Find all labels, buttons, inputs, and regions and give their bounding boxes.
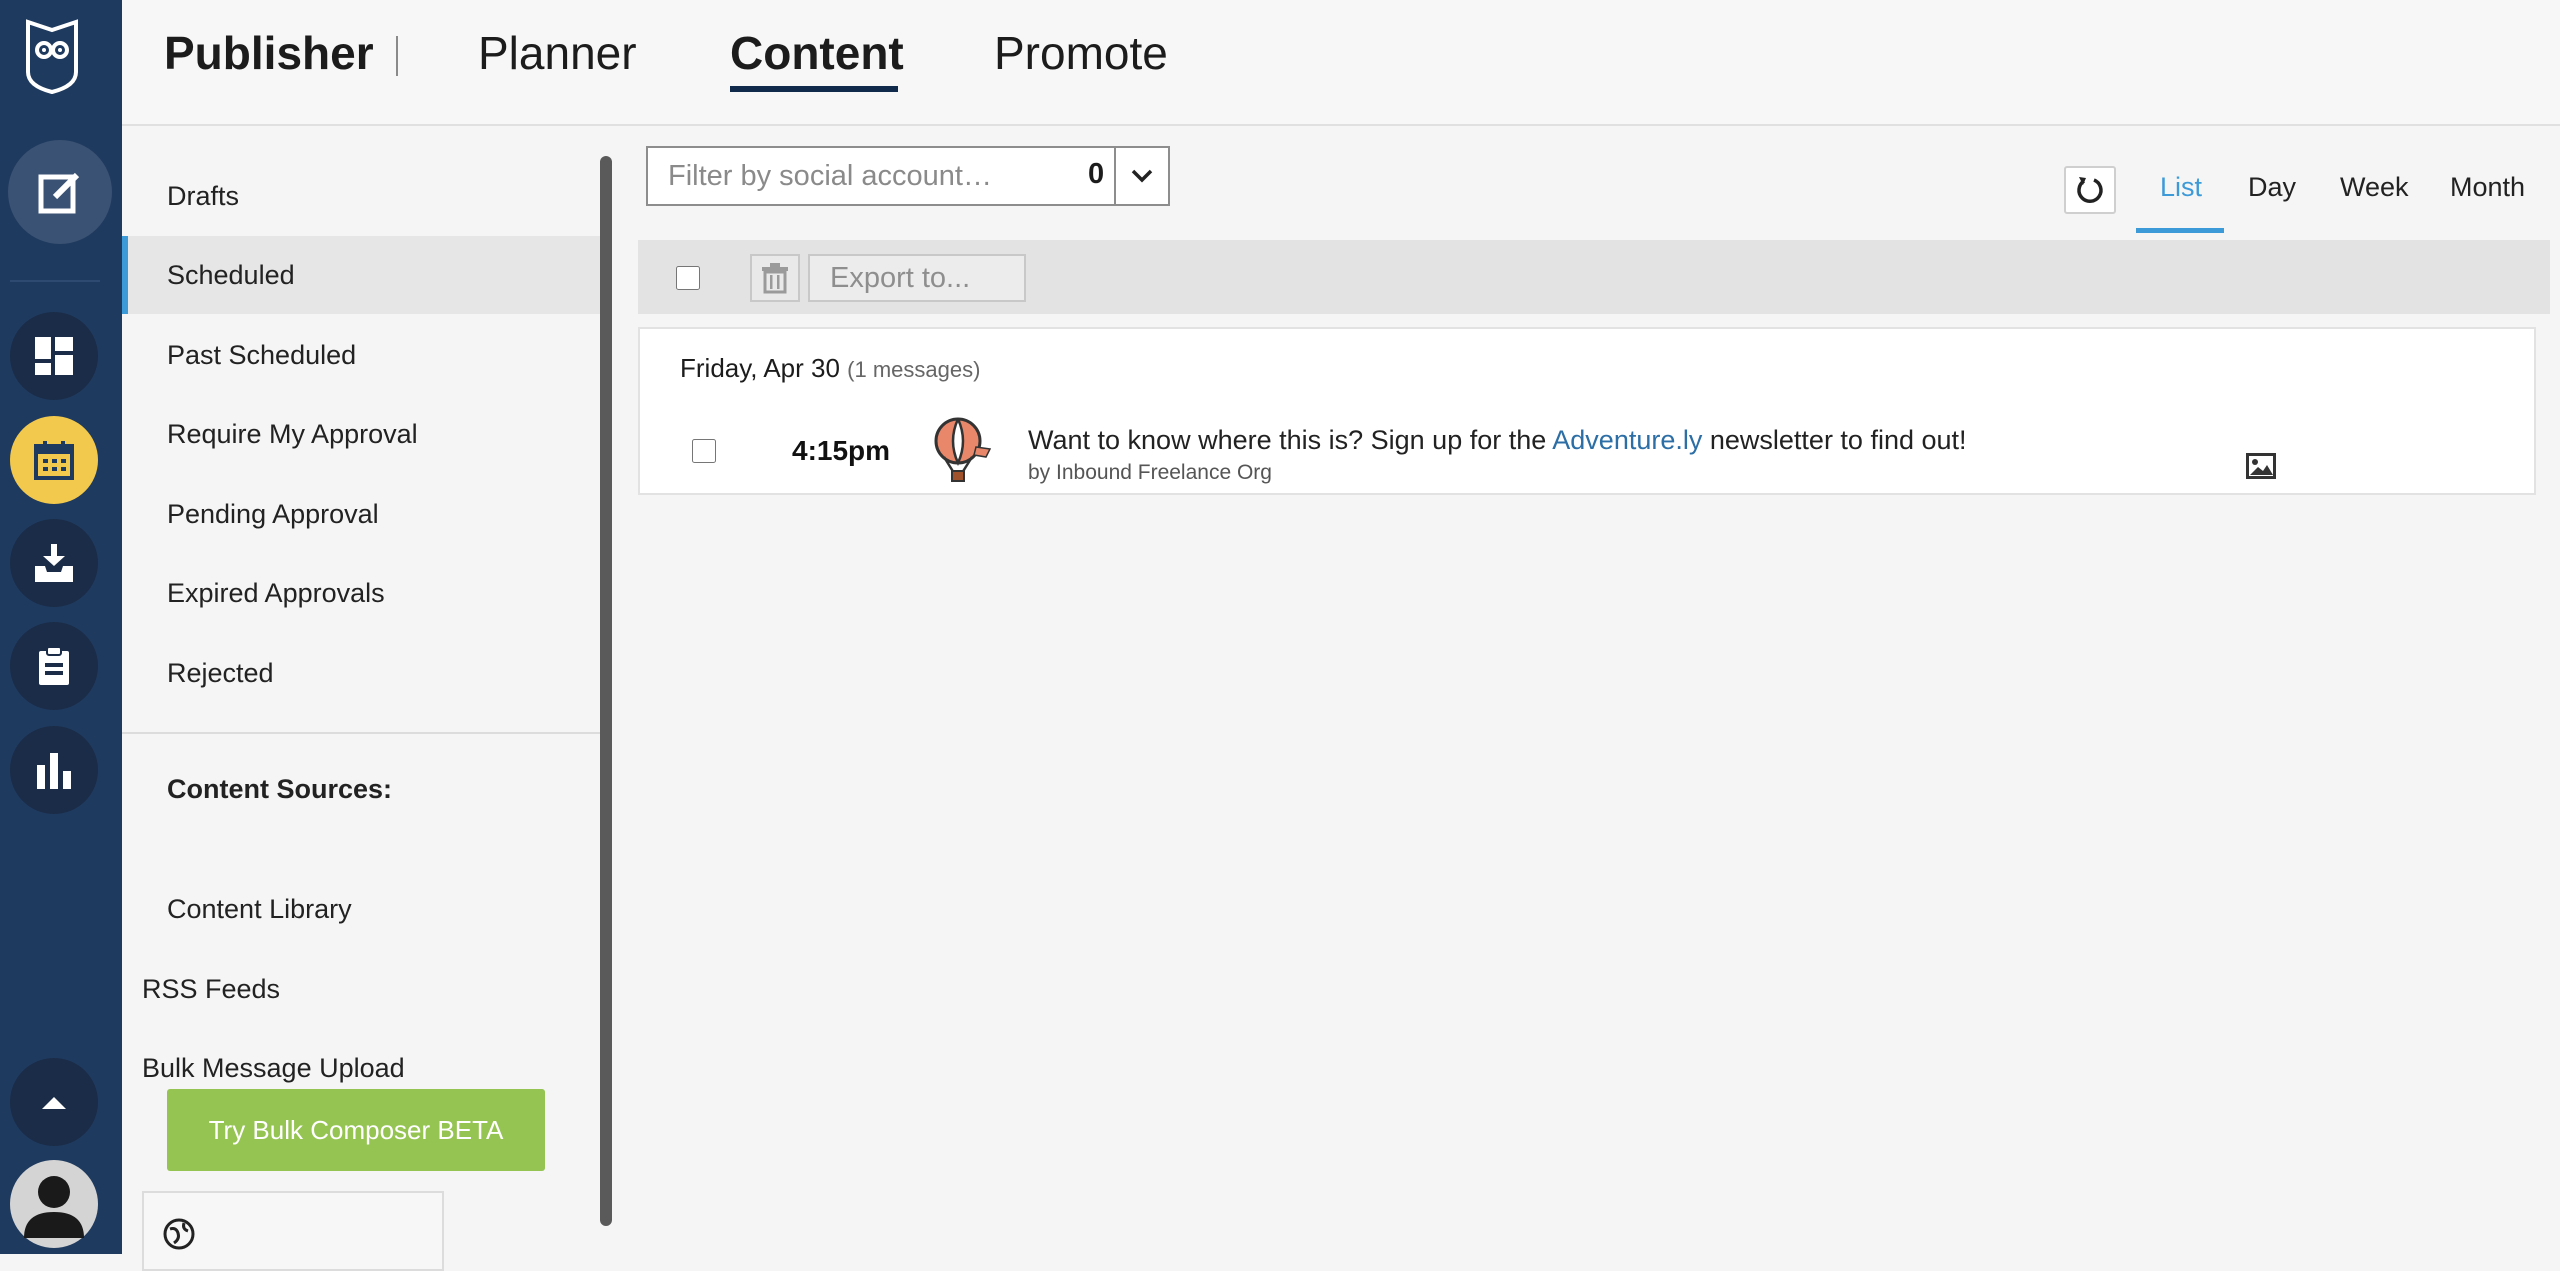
tab-promote[interactable]: Promote <box>994 26 1168 80</box>
collapse-rail-button[interactable] <box>10 1058 98 1146</box>
publisher-title: Publisher <box>164 27 374 79</box>
bar-chart-icon <box>37 753 71 789</box>
bulk-actions-toolbar: Export to... <box>638 240 2550 314</box>
sidebar-divider <box>122 732 600 734</box>
analytics-button[interactable] <box>10 726 98 814</box>
content-sidebar: Drafts Scheduled Past Scheduled Require … <box>122 126 600 1271</box>
sidebar-item-content-library[interactable]: Content Library <box>122 870 600 948</box>
sidebar-item-pending-approval[interactable]: Pending Approval <box>122 475 600 553</box>
filter-dropdown-button[interactable] <box>1114 148 1168 204</box>
refresh-icon <box>2077 177 2103 203</box>
image-attachment-icon <box>2246 453 2276 479</box>
view-tab-day[interactable]: Day <box>2248 172 2296 203</box>
message-text[interactable]: Want to know where this is? Sign up for … <box>1028 425 1967 456</box>
globe-icon <box>163 1218 195 1250</box>
inbox-download-icon <box>35 544 73 582</box>
social-account-filter: 0 <box>646 146 1170 206</box>
rail-divider <box>10 280 100 282</box>
sidebar-card <box>142 1191 444 1271</box>
sidebar-item-rss-feeds[interactable]: RSS Feeds <box>122 950 600 1028</box>
active-tab-indicator <box>730 86 898 92</box>
date-label: Friday, Apr 30 <box>680 353 840 383</box>
export-dropdown[interactable]: Export to... <box>808 254 1026 302</box>
sidebar-item-past-scheduled[interactable]: Past Scheduled <box>122 316 600 394</box>
filter-input[interactable] <box>648 149 1048 203</box>
sidebar-scrollbar[interactable] <box>600 156 612 1226</box>
message-row[interactable]: 4:15pm Want to know where this is? Sign … <box>640 417 2534 495</box>
message-checkbox[interactable] <box>692 439 716 463</box>
compose-button[interactable] <box>8 140 112 244</box>
top-header: Publisher Planner Content Promote <box>122 0 2560 126</box>
message-time: 4:15pm <box>792 435 891 466</box>
active-view-indicator <box>2136 228 2224 233</box>
chevron-up-icon <box>42 1097 66 1109</box>
try-bulk-composer-button[interactable]: Try Bulk Composer BETA <box>167 1089 545 1171</box>
tab-content[interactable]: Content <box>730 26 904 80</box>
sidebar-item-expired-approvals[interactable]: Expired Approvals <box>122 554 600 632</box>
content-sources-heading: Content Sources: <box>167 774 393 804</box>
message-author: by Inbound Freelance Org <box>1028 461 1272 484</box>
view-tab-list[interactable]: List <box>2160 172 2202 203</box>
sidebar-item-drafts[interactable]: Drafts <box>122 157 600 235</box>
message-text-before: Want to know where this is? Sign up for … <box>1028 425 1553 455</box>
owl-logo-icon[interactable] <box>24 16 80 96</box>
hot-air-balloon-icon <box>934 417 992 482</box>
delete-button[interactable] <box>750 254 800 302</box>
publisher-button[interactable] <box>10 416 98 504</box>
filter-count: 0 <box>1088 158 1105 190</box>
inbox-button[interactable] <box>10 519 98 607</box>
message-text-after: newsletter to find out! <box>1702 425 1967 455</box>
message-link[interactable]: Adventure.ly <box>1552 425 1702 455</box>
message-count: (1 messages) <box>847 357 981 382</box>
sidebar-item-scheduled[interactable]: Scheduled <box>122 236 600 314</box>
trash-icon <box>762 263 788 294</box>
sidebar-item-require-my-approval[interactable]: Require My Approval <box>122 395 600 473</box>
clipboard-icon <box>39 646 69 685</box>
tab-planner[interactable]: Planner <box>478 26 637 80</box>
assignments-button[interactable] <box>10 622 98 710</box>
view-tab-month[interactable]: Month <box>2450 172 2525 203</box>
profile-button[interactable] <box>10 1160 98 1248</box>
scheduled-messages-list: Friday, Apr 30 (1 messages) 4:15pm Want … <box>638 327 2536 495</box>
calendar-icon <box>34 441 74 480</box>
avatar-icon <box>24 1176 84 1238</box>
dashboard-icon <box>35 337 73 375</box>
compose-icon <box>38 172 80 214</box>
app-rail <box>0 0 122 1254</box>
refresh-button[interactable] <box>2064 166 2116 214</box>
view-tab-week[interactable]: Week <box>2340 172 2409 203</box>
header-separator <box>396 36 398 76</box>
sidebar-item-rejected[interactable]: Rejected <box>122 634 600 712</box>
chevron-down-icon <box>1131 169 1153 183</box>
select-all-checkbox[interactable] <box>676 266 700 290</box>
date-group-header: Friday, Apr 30 (1 messages) <box>680 353 980 384</box>
dashboard-button[interactable] <box>10 312 98 400</box>
